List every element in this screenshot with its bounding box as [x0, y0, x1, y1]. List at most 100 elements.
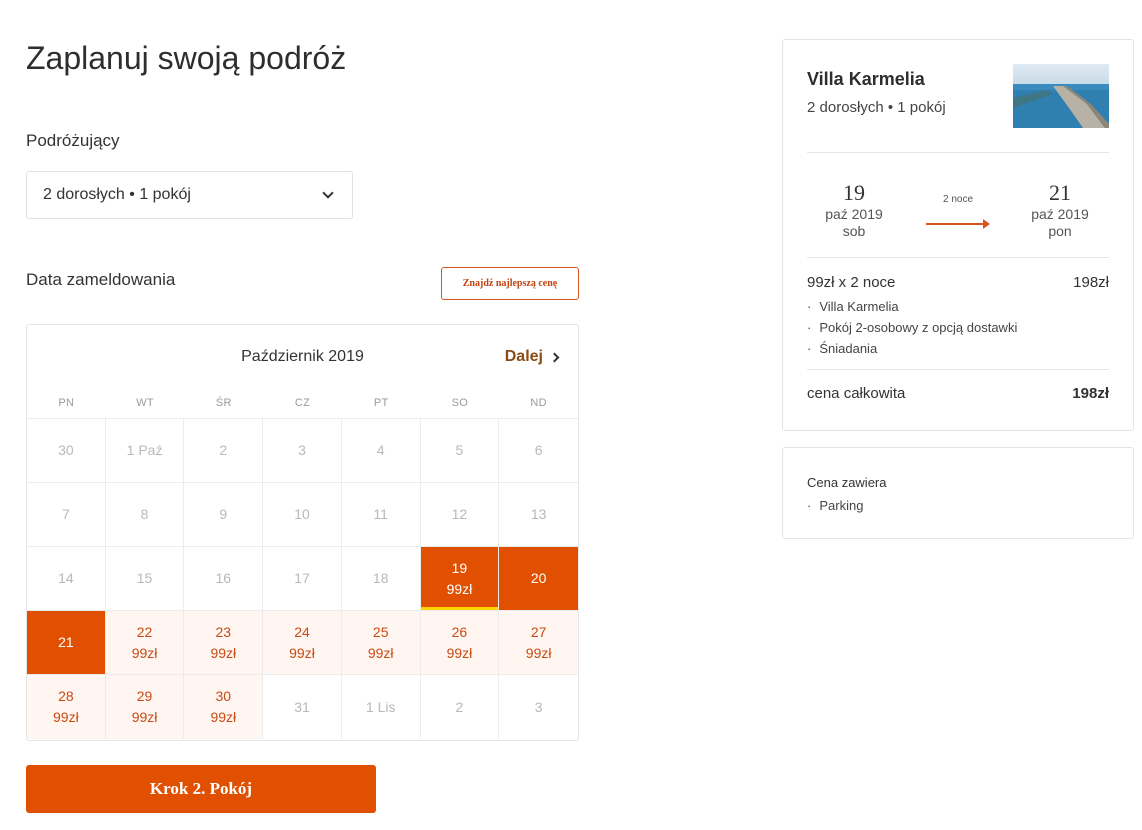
total-label: cena całkowita	[807, 385, 906, 402]
hotel-name: Villa Karmelia	[807, 69, 925, 89]
day-number: 30	[215, 688, 232, 704]
weekday-header: PN WT ŚR CZ PT SO ND	[27, 387, 578, 419]
day-number: 17	[294, 570, 310, 586]
calendar-day: 2	[421, 675, 500, 739]
calendar: Październik 2019 Dalej PN WT ŚR CZ PT SO ND 30…	[26, 324, 579, 741]
calendar-day: 7	[27, 483, 106, 547]
day-number: 3	[298, 442, 306, 458]
calendar-day: 2	[184, 419, 264, 483]
day-number: 12	[451, 506, 468, 522]
day-number: 7	[61, 506, 70, 522]
calendar-day[interactable]: 24 99zł	[263, 611, 342, 675]
calendar-day: 16	[184, 547, 264, 611]
weekday-label: PT	[373, 396, 389, 409]
day-number: 2	[219, 442, 228, 458]
calendar-day[interactable]: 28 99zł	[27, 675, 106, 739]
calendar-day[interactable]: 30 99zł	[184, 675, 264, 739]
day-price: 99zł	[131, 709, 158, 725]
divider	[807, 152, 1109, 153]
chevron-down-icon	[322, 186, 334, 199]
checkin-month: paź 2019	[825, 206, 883, 222]
calendar-day: 12	[420, 483, 500, 547]
checkin-day: 19	[843, 180, 865, 205]
calendar-day: 10	[263, 483, 342, 547]
calendar-header: Październik 2019 Dalej	[27, 325, 578, 387]
price-amount: 198zł	[1073, 274, 1109, 291]
day-number: 24	[294, 623, 310, 640]
calendar-day: 4	[341, 419, 421, 483]
day-number: 19	[451, 559, 468, 576]
calendar-day[interactable]: 21	[27, 611, 106, 675]
day-price: 99zł	[53, 709, 79, 725]
total-row: cena całkowita 198zł	[807, 385, 1109, 402]
day-number: 1 Lis	[365, 698, 396, 715]
day-number: 31	[294, 698, 310, 715]
weekday-label: WT	[136, 396, 154, 409]
calendar-month: Październik 2019	[241, 348, 364, 365]
calendar-day: 6	[499, 419, 578, 483]
day-number: 9	[219, 506, 228, 522]
includes-list: Parking	[807, 495, 863, 516]
calendar-day[interactable]: 29 99zł	[105, 675, 185, 739]
day-number: 20	[530, 570, 547, 586]
summary-items: Villa KarmeliaPokój 2-osobowy z opcją do…	[807, 296, 1017, 359]
chevron-right-icon	[549, 352, 560, 362]
day-grid: 30 1 Paź 2 3 4 5 6 7 8 9 10 11 12 13 14 15 16 17 18 19 99zł 2…	[27, 419, 578, 739]
day-price: 99zł	[525, 644, 552, 661]
calendar-day: 13	[499, 483, 578, 547]
calendar-day: 1 Paź	[105, 419, 185, 483]
calendar-day: 5	[420, 419, 500, 483]
calendar-day[interactable]: 20	[499, 547, 578, 611]
calendar-day[interactable]: 27 99zł	[499, 611, 578, 675]
day-number: 4	[376, 442, 385, 458]
day-number: 6	[534, 442, 543, 458]
hotel-thumbnail	[1013, 64, 1109, 128]
day-number: 30	[58, 442, 74, 458]
calendar-day[interactable]: 25 99zł	[341, 611, 421, 675]
price-includes: Cena zawiera Parking	[782, 447, 1134, 539]
day-price: 99zł	[289, 644, 315, 661]
total-amount: 198zł	[1072, 385, 1109, 402]
calendar-day[interactable]: 26 99zł	[420, 611, 500, 675]
step-2-room-button[interactable]: Krok 2. Pokój	[26, 765, 376, 813]
nights-count: 2 noce	[942, 194, 974, 205]
day-number: 21	[58, 634, 74, 650]
summary-item: Śniadania	[807, 338, 1017, 359]
calendar-day: 31	[263, 675, 342, 739]
calendar-day[interactable]: 23 99zł	[184, 611, 264, 675]
weekday-label: ŚR	[215, 396, 232, 409]
travelers-select[interactable]: 2 dorosłych • 1 pokój	[26, 171, 353, 219]
find-best-price-button[interactable]: Znajdź najlepszą cenę	[441, 267, 579, 300]
checkout-month: paź 2019	[1031, 206, 1089, 222]
day-number: 26	[451, 623, 468, 640]
travelers-value: 2 dorosłych • 1 pokój	[43, 186, 191, 203]
price-line: 99zł x 2 noce	[807, 274, 896, 291]
day-number: 16	[215, 570, 232, 586]
weekday-label: ND	[530, 396, 547, 409]
calendar-day: 1 Lis	[342, 675, 421, 739]
day-number: 14	[58, 570, 74, 586]
day-price: 99zł	[210, 709, 237, 725]
day-number: 25	[372, 623, 389, 640]
day-number: 10	[294, 506, 310, 522]
day-number: 27	[530, 623, 547, 640]
day-number: 28	[58, 688, 74, 704]
calendar-day: 9	[184, 483, 264, 547]
day-number: 29	[136, 688, 153, 704]
checkout-day: 21	[1049, 180, 1071, 205]
day-number: 22	[136, 623, 153, 640]
checkout-weekday: pon	[1048, 223, 1072, 239]
day-number: 15	[136, 570, 153, 586]
day-number: 2	[455, 698, 464, 715]
checkout-date: 21 paź 2019 pon	[1005, 180, 1115, 240]
day-number: 5	[455, 442, 464, 458]
checkin-weekday: sob	[842, 223, 866, 239]
booking-summary: Villa Karmelia 2 dorosłych • 1 pokój 19 …	[782, 39, 1134, 431]
next-month-button[interactable]: Dalej	[505, 348, 560, 366]
calendar-day: 17	[263, 547, 342, 611]
calendar-day[interactable]: 19 99zł	[420, 547, 500, 611]
day-number: 1 Paź	[126, 442, 163, 458]
day-number: 23	[215, 623, 232, 640]
calendar-day: 3	[263, 419, 342, 483]
calendar-day[interactable]: 22 99zł	[105, 611, 185, 675]
